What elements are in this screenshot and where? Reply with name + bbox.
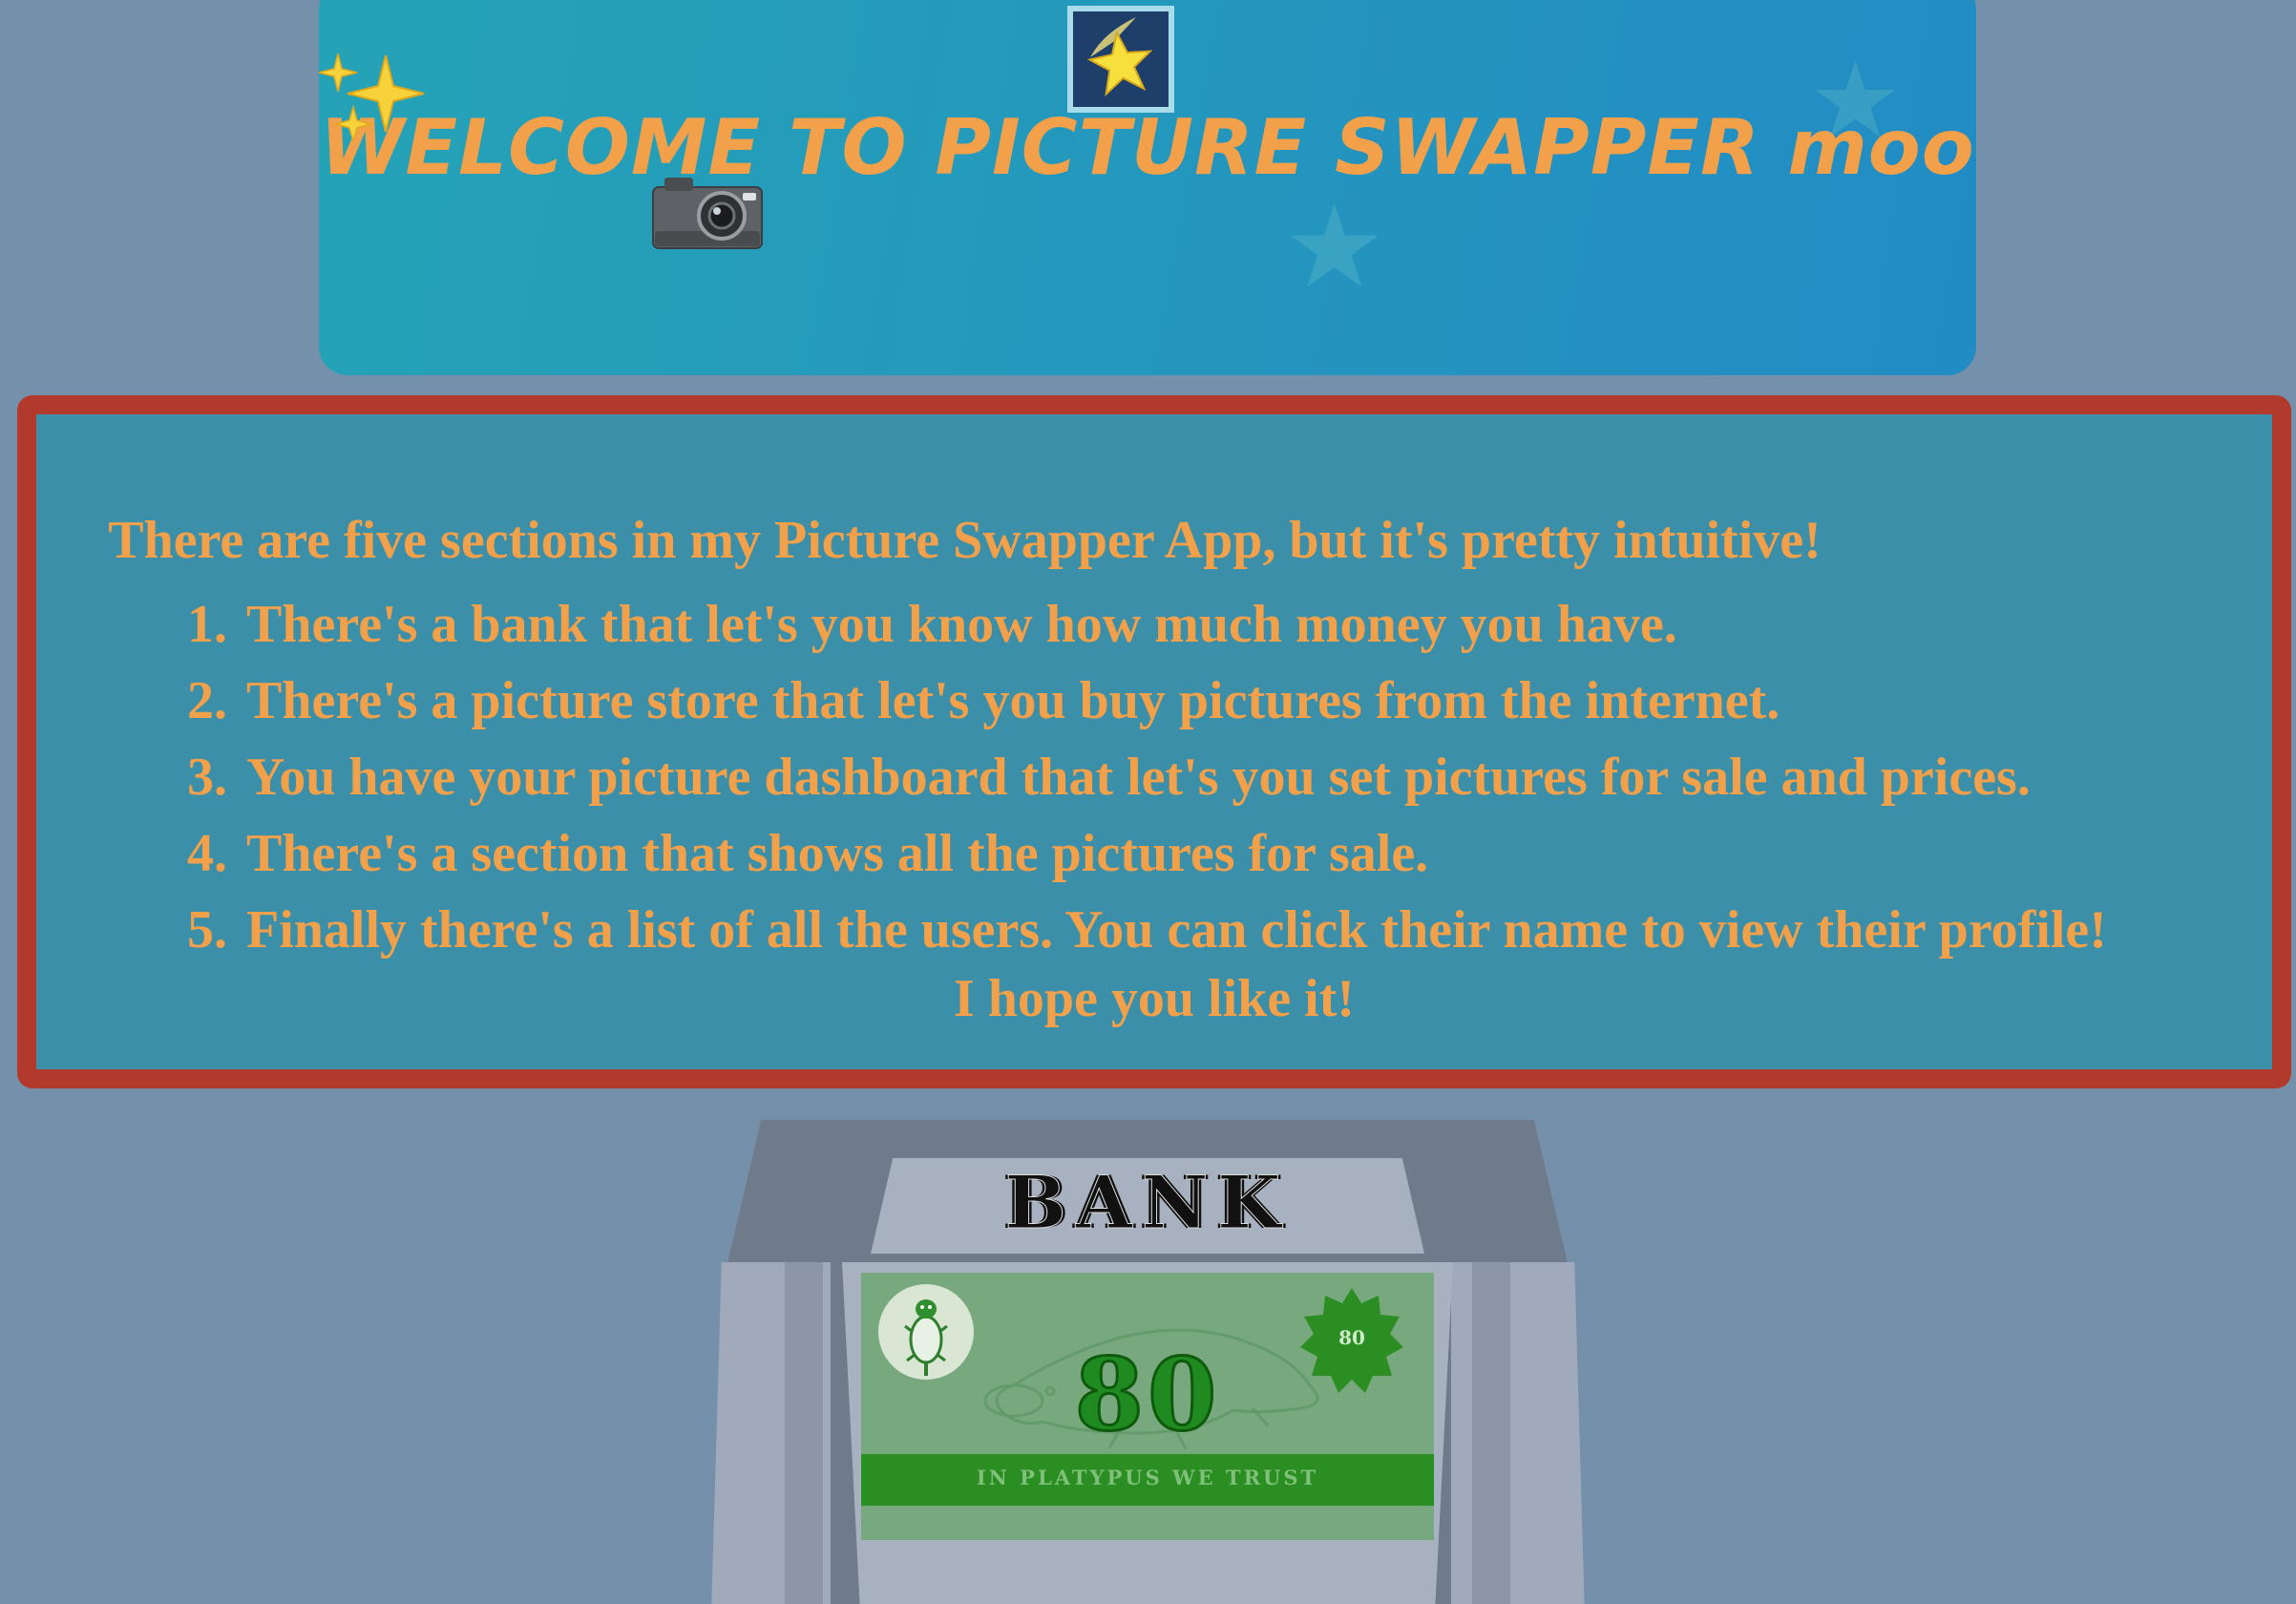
list-item-text: There's a bank that let's you know how m…	[246, 595, 1677, 654]
instructions-outro: I hope you like it!	[953, 969, 1356, 1028]
shooting-star-icon	[1067, 6, 1174, 113]
list-item-number: 5.	[187, 900, 227, 960]
bill-motto: IN PLATYPUS WE TRUST	[976, 1466, 1319, 1489]
list-item: 2. There's a picture store that let's you…	[187, 663, 2107, 739]
bank-pillar-stripe	[1472, 1262, 1510, 1604]
instructions-panel: There are five sections in my Picture Sw…	[17, 395, 2291, 1088]
list-item-text: You have your picture dashboard that let…	[246, 748, 2031, 807]
header-banner: ★ ★ WELCOME TO PICTURE SWAPPER moo	[319, 0, 1976, 375]
list-item: 1. There's a bank that let's you know how…	[187, 586, 2107, 663]
page-title: WELCOME TO PICTURE SWAPPER moo	[320, 103, 1975, 192]
bank-sign-text: BANK	[1004, 1160, 1291, 1246]
list-item-number: 4.	[187, 824, 227, 883]
list-item: 5. Finally there's a list of all the user…	[187, 892, 2107, 968]
bank-pillar-stripe	[785, 1262, 823, 1604]
list-item-number: 3.	[187, 748, 227, 807]
sparkles-icon	[319, 53, 425, 144]
list-item: 3. You have your picture dashboard that l…	[187, 739, 2107, 815]
page: ★ ★ WELCOME TO PICTURE SWAPPER moo There…	[0, 0, 2296, 1604]
bill-motto-banner: IN PLATYPUS WE TRUST	[861, 1454, 1434, 1506]
list-item-text: There's a picture store that let's you b…	[246, 671, 1780, 730]
instructions-list: 1. There's a bank that let's you know how…	[187, 586, 2107, 968]
list-item-number: 2.	[187, 671, 227, 730]
list-item-text: Finally there's a list of all the users.…	[246, 900, 2107, 960]
bank-balance-badge-value: 80	[1338, 1326, 1365, 1349]
bank-balance-bill[interactable]: 80 80 IN PLATYPUS WE TRUST	[861, 1273, 1434, 1540]
bank-balance-badge: 80	[1298, 1286, 1405, 1393]
list-item-number: 1.	[187, 595, 227, 654]
bank-sign: BANK	[871, 1158, 1424, 1254]
instructions-intro: There are five sections in my Picture Sw…	[108, 511, 1822, 570]
camera-icon	[652, 178, 763, 249]
list-item: 4. There's a section that shows all the p…	[187, 815, 2107, 892]
background-star-icon: ★	[1283, 181, 1386, 314]
list-item-text: There's a section that shows all the pic…	[246, 824, 1429, 883]
